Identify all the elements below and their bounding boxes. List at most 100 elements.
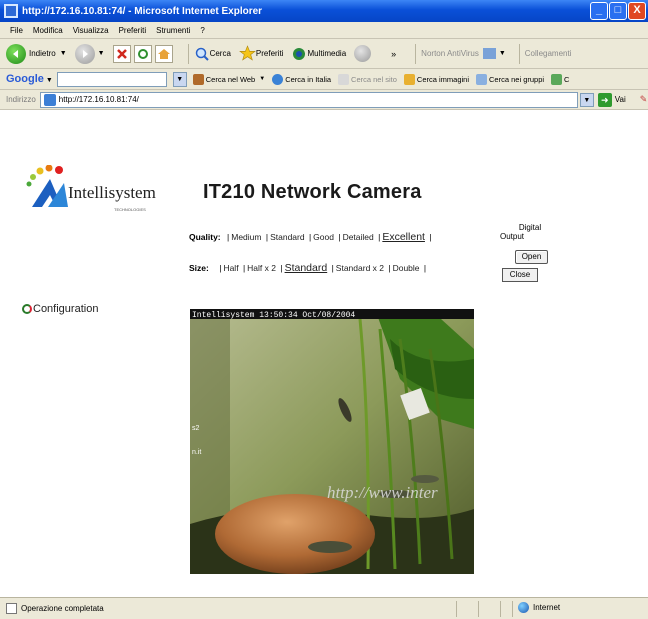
search-images-label: Cerca immagini	[416, 74, 470, 84]
search-groups-label: Cerca nei gruppi	[489, 74, 545, 84]
quality-medium[interactable]: Medium	[231, 232, 261, 242]
minimize-button[interactable]: _	[590, 2, 608, 20]
more-label: C	[564, 74, 570, 84]
quality-excellent[interactable]: Excellent	[382, 231, 425, 243]
close-button[interactable]: X	[628, 2, 646, 20]
size-half-x2[interactable]: Half x 2	[247, 263, 276, 273]
google-toolbar: Google ▼ ▼ Cerca nel Web ▼ Cerca in Ital…	[0, 69, 648, 90]
menu-modifica[interactable]: Modifica	[33, 26, 63, 35]
menu-bar: File Modifica Visualizza Preferiti Strum…	[0, 22, 648, 39]
image-icon	[403, 73, 415, 85]
digital-output-subtitle: Output	[500, 232, 525, 241]
google-logo[interactable]: Google ▼	[6, 73, 53, 85]
norton-icon	[482, 48, 496, 59]
address-dropdown[interactable]: ▼	[579, 92, 594, 107]
status-divider-2	[478, 601, 479, 617]
size-double[interactable]: Double	[393, 263, 420, 273]
quality-good[interactable]: Good	[313, 232, 334, 242]
window-title: http://172.16.10.81:74/ - Microsoft Inte…	[22, 5, 263, 17]
configuration-link[interactable]: Configuration	[22, 303, 98, 315]
camera-side-text-1: s2	[192, 425, 200, 432]
open-output-button[interactable]: Open	[515, 250, 548, 264]
history-icon[interactable]	[354, 45, 372, 62]
window-titlebar: http://172.16.10.81:74/ - Microsoft Inte…	[0, 0, 648, 22]
favorites-button[interactable]: Preferiti	[239, 45, 284, 62]
back-label: Indietro	[29, 49, 56, 58]
links-icon[interactable]: ✎	[640, 94, 648, 105]
menu-preferiti[interactable]: Preferiti	[119, 26, 147, 35]
camera-watermark: http://www.inter	[327, 483, 438, 502]
close-output-button[interactable]: Close	[502, 268, 538, 282]
toolbar-divider-3	[518, 43, 520, 64]
size-half[interactable]: Half	[223, 263, 238, 273]
google-brand: Google	[6, 73, 44, 85]
search-site-label: Cerca nel sito	[351, 74, 397, 84]
configuration-label: Configuration	[33, 303, 99, 315]
groups-icon	[476, 73, 488, 85]
window-controls: _ □ X	[590, 2, 646, 20]
go-button[interactable]: ➜ Vai	[597, 92, 626, 107]
logo-subtext: TECHNOLOGIES	[114, 207, 146, 212]
search-label: Cerca	[209, 49, 231, 58]
norton-dropdown-icon: ▼	[498, 50, 506, 57]
google-search-input[interactable]	[56, 71, 167, 87]
internet-globe-icon	[518, 602, 529, 613]
size-standard[interactable]: Standard	[285, 262, 328, 274]
digital-output-panel: Digital Output	[500, 223, 560, 241]
search-icon	[195, 47, 209, 61]
address-input[interactable]: http://172.16.10.81:74/	[39, 91, 578, 108]
quality-detailed[interactable]: Detailed	[343, 232, 374, 242]
menu-file[interactable]: File	[10, 26, 23, 35]
more-button[interactable]: C	[551, 73, 570, 85]
status-divider-4	[512, 601, 513, 617]
toolbar-chevron[interactable]: »	[391, 49, 396, 59]
binoculars-icon	[192, 73, 204, 85]
media-label: Multimedia	[307, 49, 347, 58]
address-url: http://172.16.10.81:74/	[58, 95, 139, 104]
links-label: Collegamenti	[524, 49, 572, 58]
links-button[interactable]: Collegamenti	[525, 49, 572, 58]
go-label: Vai	[614, 95, 626, 104]
search-groups-button[interactable]: Cerca nei gruppi	[476, 73, 545, 85]
camera-side-text-2: n.it	[192, 449, 201, 456]
page-status-icon	[6, 603, 17, 614]
favorites-label: Preferiti	[255, 49, 284, 58]
security-zone: Internet	[518, 602, 560, 613]
search-site-button[interactable]: Cerca nel sito	[338, 73, 397, 85]
address-label: Indirizzo	[6, 95, 36, 104]
search-images-button[interactable]: Cerca immagini	[403, 73, 470, 85]
google-search-dropdown[interactable]: ▼	[172, 71, 187, 87]
norton-label: Norton AntiVirus	[421, 49, 479, 58]
media-button[interactable]: Multimedia	[291, 46, 346, 62]
camera-overlay-text: Intellisystem 13:50:34 Oct/08/2004	[192, 311, 355, 320]
quality-label: Quality:	[189, 232, 221, 242]
search-web-button[interactable]: Cerca nel Web ▼	[192, 73, 265, 85]
site-search-icon	[338, 73, 350, 85]
refresh-icon[interactable]	[133, 44, 152, 63]
menu-help[interactable]: ?	[200, 26, 204, 35]
forward-arrow-icon	[74, 43, 95, 64]
go-arrow-icon: ➜	[597, 92, 612, 107]
page-icon	[43, 93, 56, 106]
forward-dropdown-icon[interactable]: ▼	[98, 50, 105, 57]
media-icon	[293, 47, 306, 60]
menu-visualizza[interactable]: Visualizza	[73, 26, 109, 35]
norton-button[interactable]: Norton AntiVirus ▼	[421, 48, 506, 59]
globe-icon	[272, 73, 284, 85]
quality-row: Quality: | Medium | Standard | Good | Detail…	[189, 231, 432, 243]
star-icon	[239, 45, 256, 61]
page-content: Intellisystem TECHNOLOGIES IT210 Network…	[0, 110, 648, 597]
search-italy-button[interactable]: Cerca in Italia	[272, 73, 332, 85]
camera-feed: Intellisystem 13:50:34 Oct/08/2004 http:…	[190, 309, 474, 574]
size-standard-x2[interactable]: Standard x 2	[336, 263, 384, 273]
maximize-button[interactable]: □	[609, 2, 627, 20]
forward-button[interactable]: ▼	[74, 43, 105, 64]
stop-icon[interactable]	[112, 44, 131, 63]
back-dropdown-icon[interactable]: ▼	[60, 50, 67, 57]
search-italy-label: Cerca in Italia	[285, 74, 332, 84]
menu-strumenti[interactable]: Strumenti	[156, 26, 190, 35]
quality-standard[interactable]: Standard	[270, 232, 305, 242]
search-button[interactable]: Cerca	[194, 46, 231, 62]
back-button[interactable]: Indietro ▼	[6, 43, 67, 64]
home-icon[interactable]	[154, 44, 173, 63]
